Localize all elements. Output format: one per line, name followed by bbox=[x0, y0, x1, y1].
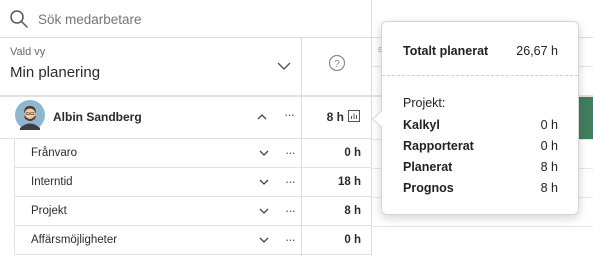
tooltip-row-value: 8 h bbox=[540, 160, 558, 174]
grid-line bbox=[372, 226, 593, 227]
chevron-down-icon[interactable] bbox=[258, 207, 270, 216]
category-hours: 18 h bbox=[337, 176, 361, 188]
tooltip-arrow bbox=[371, 111, 383, 127]
tooltip-row-value: 8 h bbox=[540, 181, 558, 195]
chevron-down-icon[interactable] bbox=[258, 149, 270, 158]
tooltip-divider bbox=[382, 75, 578, 76]
category-hours: 0 h bbox=[344, 234, 361, 246]
category-row-interntid[interactable]: Interntid ··· 18 h bbox=[14, 168, 372, 197]
more-options-icon[interactable]: ··· bbox=[281, 175, 299, 188]
person-row[interactable]: Albin Sandberg ··· 8 h bbox=[0, 97, 372, 139]
tooltip-total-value: 26,67 h bbox=[516, 44, 558, 58]
chevron-down-icon[interactable] bbox=[258, 178, 270, 187]
category-hours: 8 h bbox=[344, 205, 361, 217]
chevron-up-icon[interactable] bbox=[256, 112, 268, 122]
category-label: Affärsmöjligheter bbox=[31, 234, 118, 246]
avatar bbox=[15, 100, 45, 130]
category-row-franvaro[interactable]: Frånvaro ··· 0 h bbox=[14, 139, 372, 168]
category-row-projekt[interactable]: Projekt ··· 8 h bbox=[14, 197, 372, 226]
more-options-icon[interactable]: ··· bbox=[281, 146, 299, 159]
tooltip-row-label: Planerat bbox=[403, 160, 453, 174]
category-label: Frånvaro bbox=[31, 147, 78, 159]
view-selector[interactable]: Vald vy Min planering bbox=[0, 38, 302, 96]
help-icon[interactable]: ? bbox=[328, 54, 346, 72]
svg-text:?: ? bbox=[334, 59, 340, 70]
planning-bar[interactable] bbox=[578, 97, 593, 139]
chevron-down-icon[interactable] bbox=[258, 236, 270, 245]
more-options-icon[interactable]: ··· bbox=[281, 233, 299, 246]
search-input[interactable] bbox=[38, 10, 358, 28]
tooltip-row-value: 0 h bbox=[540, 118, 558, 132]
tooltip-row-label: Rapporterat bbox=[403, 139, 474, 153]
category-hours: 0 h bbox=[344, 147, 361, 159]
person-hours: 8 h bbox=[326, 110, 344, 124]
category-label: Projekt bbox=[31, 205, 67, 217]
chevron-down-icon bbox=[277, 62, 291, 70]
person-name: Albin Sandberg bbox=[53, 110, 142, 124]
view-selector-value: Min planering bbox=[10, 64, 101, 81]
more-options-icon[interactable]: ··· bbox=[281, 204, 299, 217]
tooltip-row-label: Prognos bbox=[403, 181, 454, 195]
tooltip-section-title: Projekt: bbox=[403, 96, 446, 110]
view-selector-label: Vald vy bbox=[10, 46, 46, 58]
tooltip-row-value: 0 h bbox=[540, 139, 558, 153]
category-label: Interntid bbox=[31, 176, 73, 188]
search-icon bbox=[10, 10, 28, 28]
hours-tooltip: Totalt planerat 26,67 h Projekt: Kalkyl … bbox=[381, 21, 579, 215]
bar-chart-icon[interactable] bbox=[348, 110, 360, 122]
more-options-icon[interactable]: ··· bbox=[280, 108, 298, 121]
category-row-affarsmojligheter[interactable]: Affärsmöjligheter ··· 0 h bbox=[14, 226, 372, 255]
tooltip-total-label: Totalt planerat bbox=[403, 44, 489, 58]
tooltip-row-label: Kalkyl bbox=[403, 118, 440, 132]
